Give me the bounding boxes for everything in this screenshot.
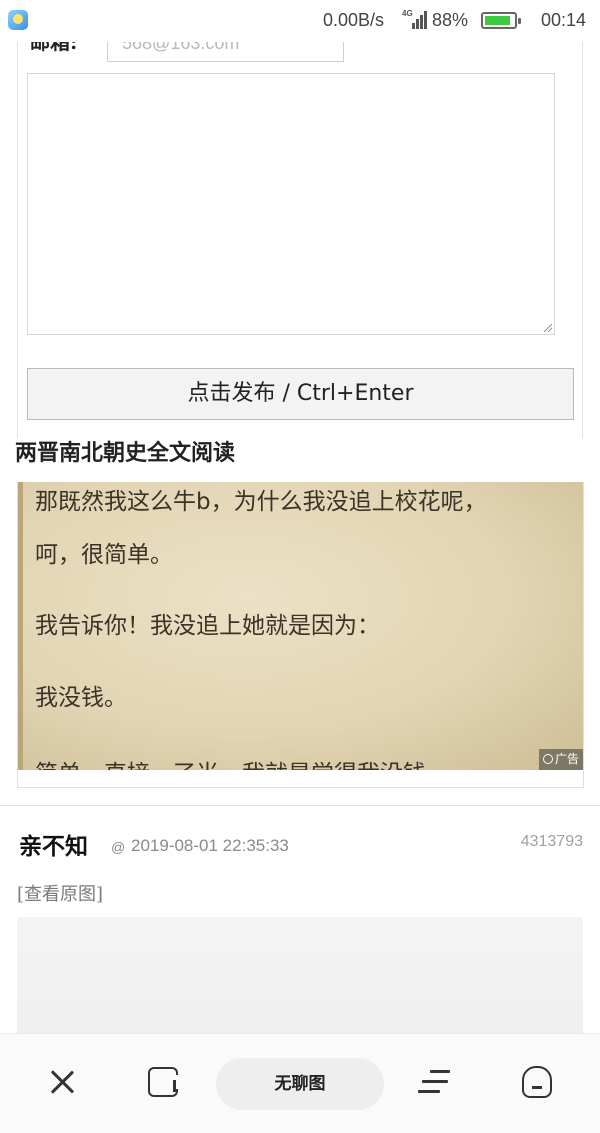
tabs-icon-mark — [173, 1080, 176, 1092]
ad-badge[interactable]: 广告 — [539, 749, 583, 770]
status-bar: 0.00B/s 4G 88% 00:14 — [0, 0, 600, 42]
network-speed: 0.00B/s — [323, 10, 385, 30]
comment-timestamp: 2019-08-01 22:35:33 — [131, 836, 289, 855]
home-icon-line — [532, 1086, 542, 1089]
signal-bar — [420, 15, 423, 29]
comment-at-symbol: @ — [111, 839, 126, 855]
ad-container: 那既然我这么牛b，为什么我没追上校花呢， 呵，很简单。 我告诉你！我没追上她就是… — [17, 482, 584, 788]
battery-percent: 88% — [432, 10, 469, 30]
menu-icon-line — [418, 1090, 440, 1093]
comment-id[interactable]: 4313793 — [521, 833, 583, 851]
battery-level — [485, 16, 510, 25]
section-divider — [0, 805, 600, 806]
network-type-label: 4G — [402, 9, 413, 18]
comment-textarea[interactable] — [27, 73, 555, 335]
status-time: 00:14 — [541, 10, 587, 30]
signal-bar — [416, 19, 419, 29]
comment-author: 亲不知 — [19, 833, 88, 860]
tabs-icon[interactable] — [144, 1062, 184, 1102]
signal-icon: 4G — [402, 9, 428, 31]
menu-icon[interactable] — [416, 1062, 456, 1102]
ad-text-line: 简单，直接，了当，我就是觉得我没钱 — [35, 754, 426, 770]
close-icon[interactable] — [42, 1062, 82, 1102]
publish-button[interactable]: 点击发布 / Ctrl+Enter — [27, 368, 574, 420]
signal-bar — [424, 11, 427, 29]
comment-image[interactable] — [17, 917, 583, 1047]
ad-info-icon — [543, 754, 553, 764]
home-icon[interactable] — [517, 1062, 557, 1102]
battery-icon — [481, 12, 521, 29]
ad-text-line: 我没钱。 — [35, 685, 127, 711]
page-title-button[interactable]: 无聊图 — [216, 1058, 384, 1110]
ad-text-line: 我告诉你！我没追上她就是因为： — [35, 613, 380, 639]
ad-title-link[interactable]: 两晋南北朝史全文阅读 — [15, 435, 235, 467]
ad-badge-label: 广告 — [555, 752, 580, 766]
ad-text-line: 那既然我这么牛b，为什么我没追上校花呢， — [35, 489, 487, 515]
app-notification-icon — [8, 10, 28, 30]
menu-icon-line — [430, 1070, 450, 1073]
ad-image[interactable]: 那既然我这么牛b，为什么我没追上校花呢， 呵，很简单。 我告诉你！我没追上她就是… — [18, 482, 583, 770]
ad-text-line: 呵，很简单。 — [35, 542, 173, 568]
resize-handle-icon[interactable] — [544, 324, 552, 332]
signal-bar — [412, 23, 415, 29]
home-icon-outline — [522, 1066, 552, 1098]
bottom-toolbar: 无聊图 — [0, 1033, 600, 1133]
menu-icon-line — [422, 1080, 448, 1083]
view-original-link[interactable]: [查看原图] — [17, 880, 103, 906]
